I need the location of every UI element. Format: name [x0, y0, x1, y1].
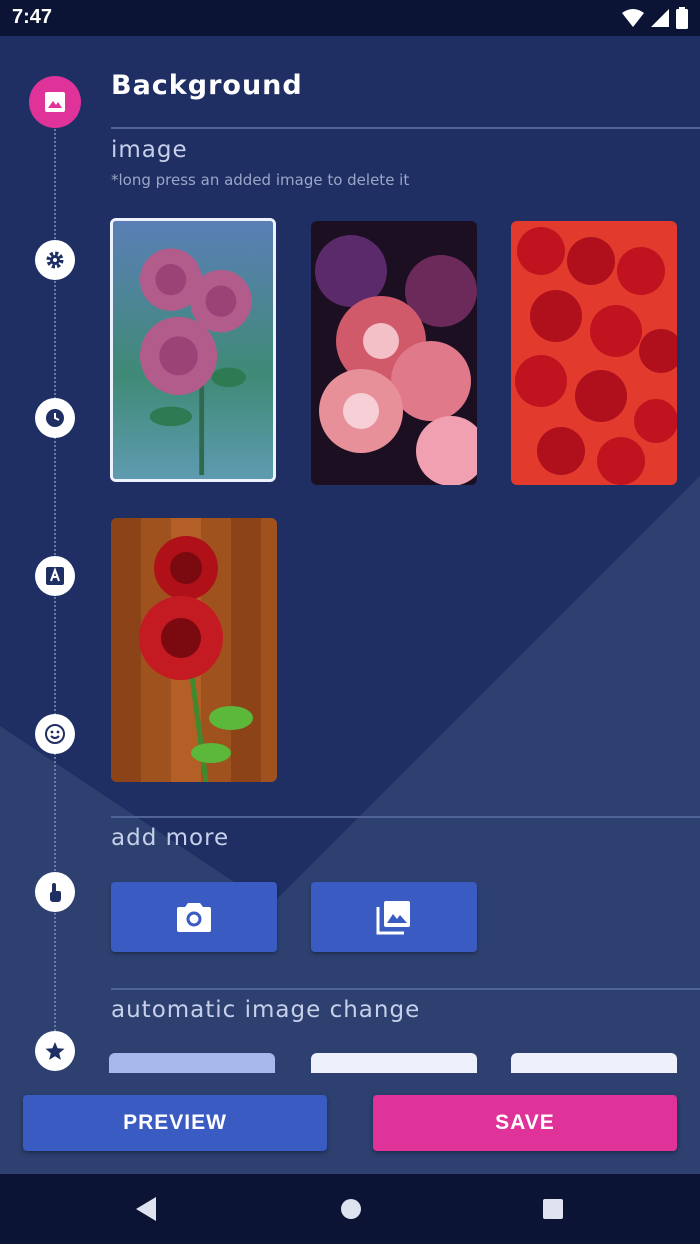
recents-icon[interactable] [541, 1196, 565, 1222]
rose-thumb-4[interactable] [111, 518, 277, 782]
camera-button[interactable] [111, 882, 277, 952]
gallery-icon [376, 901, 410, 935]
clock-icon [46, 409, 64, 427]
auto-change-option[interactable] [311, 1053, 477, 1073]
navigation-bar [0, 1174, 700, 1244]
save-button[interactable]: SAVE [373, 1095, 677, 1151]
rose-thumb-1[interactable] [110, 218, 276, 482]
auto-change-option[interactable] [109, 1053, 275, 1073]
step-settings[interactable] [35, 240, 75, 280]
auto-change-option[interactable] [511, 1053, 677, 1073]
gallery-button[interactable] [311, 882, 477, 952]
image-icon [45, 92, 65, 112]
section-title-auto-change: automatic image change [111, 997, 421, 1023]
wifi-icon [622, 9, 644, 27]
rose-thumb-2[interactable] [311, 221, 477, 485]
signal-icon [651, 9, 669, 27]
step-text[interactable] [35, 556, 75, 596]
preview-button[interactable]: PREVIEW [23, 1095, 327, 1151]
smiley-icon [45, 724, 65, 744]
battery-icon [676, 7, 688, 29]
star-icon [45, 1042, 65, 1060]
touch-icon [50, 883, 61, 902]
divider [111, 988, 700, 990]
status-icons [622, 7, 688, 29]
step-image[interactable] [29, 76, 81, 128]
gear-icon [46, 251, 64, 269]
delete-hint: *long press an added image to delete it [111, 171, 410, 189]
step-favorite[interactable] [35, 1031, 75, 1071]
font-icon [46, 567, 64, 585]
divider [111, 127, 700, 129]
step-emoji[interactable] [35, 714, 75, 754]
status-time: 7:47 [12, 6, 53, 28]
step-touch[interactable] [35, 872, 75, 912]
section-title-add-more: add more [111, 825, 230, 851]
camera-icon [177, 903, 211, 932]
status-bar: 7:47 [0, 0, 700, 36]
divider [111, 816, 700, 818]
rose-thumb-3[interactable] [511, 221, 677, 485]
home-icon[interactable] [339, 1196, 363, 1222]
section-title-image: image [111, 137, 188, 163]
back-icon[interactable] [134, 1196, 158, 1222]
step-clock[interactable] [35, 398, 75, 438]
page-title: Background [111, 70, 303, 101]
